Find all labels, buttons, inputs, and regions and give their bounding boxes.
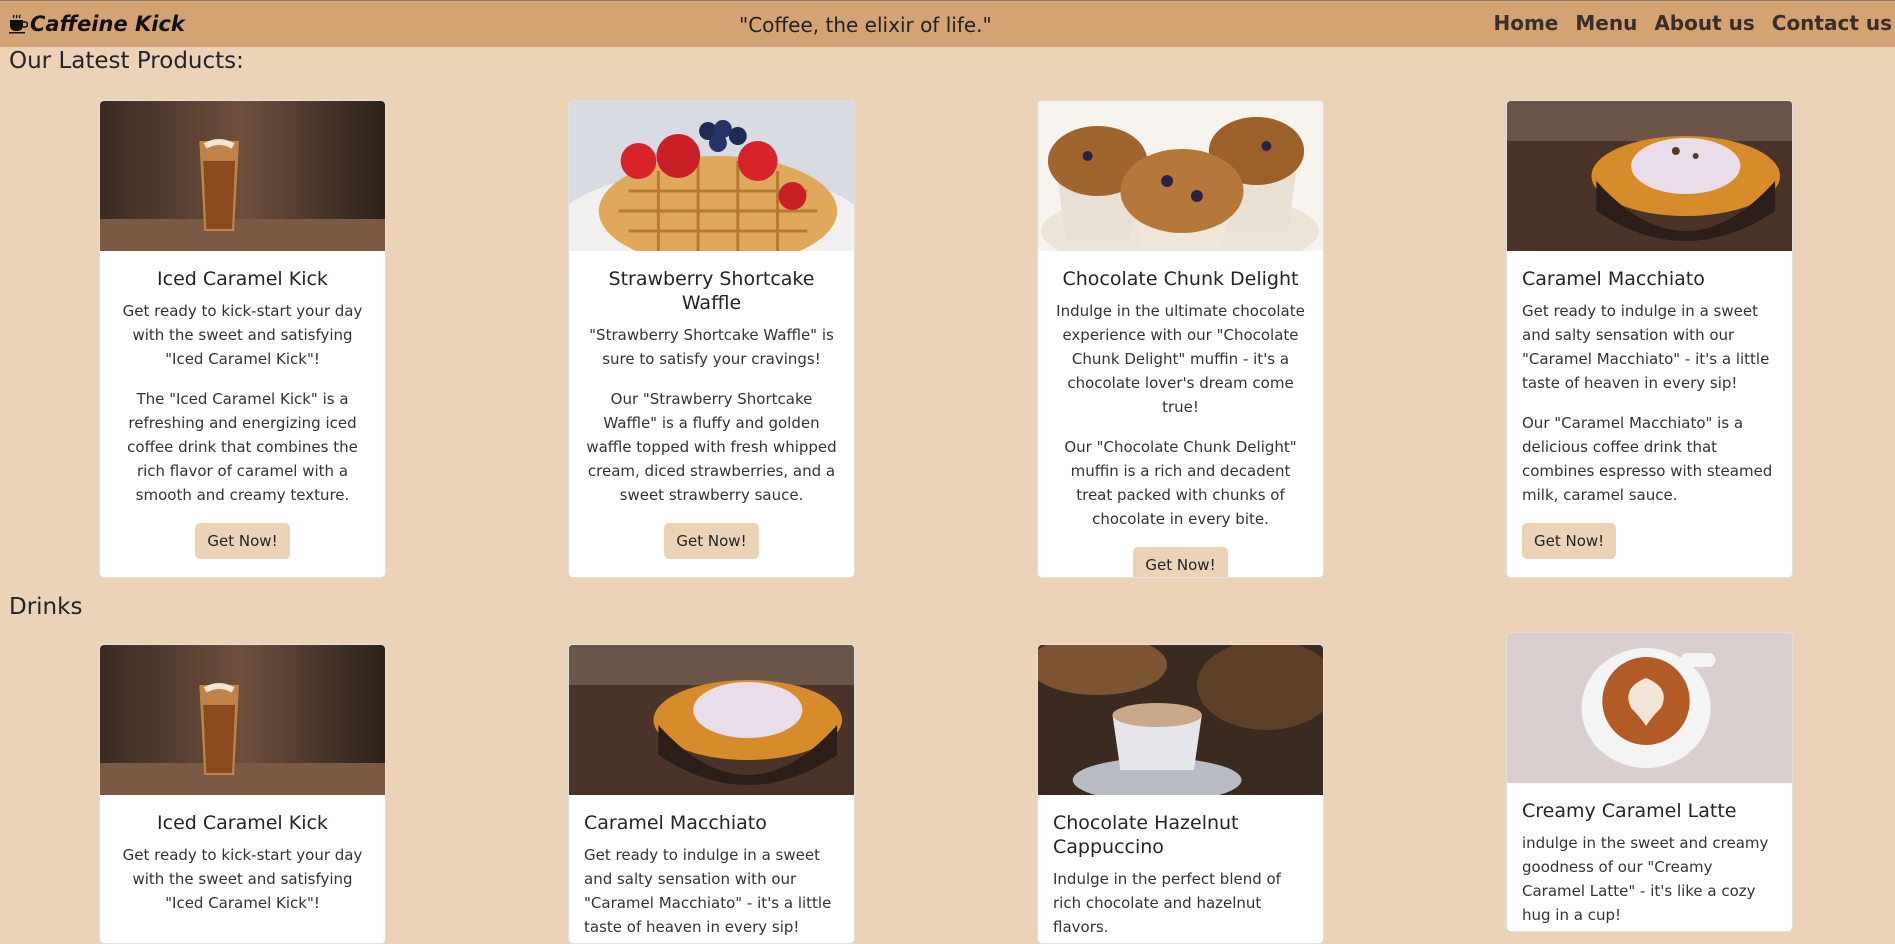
card-title: Caramel Macchiato (1522, 268, 1705, 290)
iced-caramel-coffee-image (100, 101, 385, 251)
card-text: Get ready to indulge in a sweet and salt… (1522, 302, 1770, 392)
nav-menu[interactable]: Menu (1575, 11, 1637, 35)
card-text: Get ready to indulge in a sweet and salt… (584, 846, 832, 936)
card-title: Chocolate Hazelnut Cappuccino (1053, 812, 1239, 858)
card-text: Our "Caramel Macchiato" is a delicious c… (1522, 414, 1773, 504)
drink-card: Creamy Caramel Latte indulge in the swee… (1506, 632, 1793, 932)
card-text: Get ready to kick-start your day with th… (122, 302, 363, 368)
nav-home[interactable]: Home (1493, 11, 1558, 35)
card-text: Indulge in the perfect blend of rich cho… (1053, 870, 1281, 936)
brand-name: Caffeine Kick (30, 12, 185, 36)
get-now-button[interactable]: Get Now! (664, 523, 759, 559)
drinks-section-title: Drinks (9, 594, 83, 620)
card-title: Iced Caramel Kick (157, 812, 328, 834)
drink-card: Caramel Macchiato Get ready to indulge i… (568, 644, 855, 944)
nav-contact[interactable]: Contact us (1772, 11, 1892, 35)
muffins-image (1038, 101, 1323, 251)
latest-section-title: Our Latest Products: (9, 48, 244, 74)
nav-about[interactable]: About us (1654, 11, 1754, 35)
product-card: Chocolate Chunk Delight Indulge in the u… (1037, 100, 1324, 578)
card-title: Caramel Macchiato (584, 812, 767, 834)
card-text: Our "Chocolate Chunk Delight" muffin is … (1064, 438, 1297, 528)
product-card: Iced Caramel Kick Get ready to kick-star… (99, 100, 386, 578)
card-text: Our "Strawberry Shortcake Waffle" is a f… (586, 390, 837, 504)
coffee-cup-icon (9, 14, 28, 34)
card-title: Creamy Caramel Latte (1522, 800, 1737, 822)
product-card: Strawberry Shortcake Waffle "Strawberry … (568, 100, 855, 578)
card-title: Iced Caramel Kick (157, 268, 328, 290)
iced-caramel-coffee-image (100, 645, 385, 795)
strawberry-waffle-image (569, 101, 854, 251)
card-text: Indulge in the ultimate chocolate experi… (1056, 302, 1305, 416)
card-text: The "Iced Caramel Kick" is a refreshing … (127, 390, 358, 504)
card-title: Chocolate Chunk Delight (1062, 268, 1299, 290)
product-card: Caramel Macchiato Get ready to indulge i… (1506, 100, 1793, 578)
nav-links: Home Menu About us Contact us (1476, 11, 1892, 35)
card-title: Strawberry Shortcake Waffle (608, 268, 815, 314)
brand-link[interactable]: Caffeine Kick (8, 12, 185, 36)
caramel-macchiato-image (569, 645, 854, 795)
latte-art-image (1507, 633, 1792, 783)
card-text: "Strawberry Shortcake Waffle" is sure to… (589, 326, 834, 368)
cappuccino-image (1038, 645, 1323, 795)
get-now-button[interactable]: Get Now! (195, 523, 290, 559)
tagline: "Coffee, the elixir of life." (739, 13, 992, 37)
card-text: indulge in the sweet and creamy goodness… (1522, 834, 1769, 924)
navbar: Caffeine Kick "Coffee, the elixir of lif… (0, 0, 1895, 47)
get-now-button[interactable]: Get Now! (1133, 547, 1228, 577)
drink-card: Iced Caramel Kick Get ready to kick-star… (99, 644, 386, 944)
card-text: Get ready to kick-start your day with th… (122, 846, 363, 912)
drink-card: Chocolate Hazelnut Cappuccino Indulge in… (1037, 644, 1324, 944)
get-now-button[interactable]: Get Now! (1522, 523, 1617, 559)
caramel-macchiato-image (1507, 101, 1792, 251)
